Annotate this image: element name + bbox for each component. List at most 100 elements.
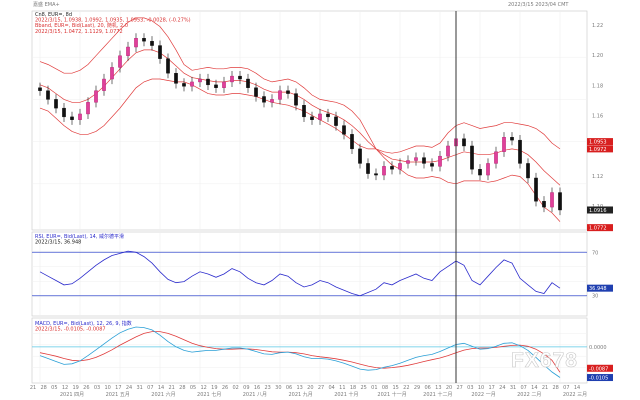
candle-body bbox=[182, 83, 186, 87]
candle-body bbox=[366, 163, 370, 174]
date-tick-label: 18 bbox=[350, 385, 356, 391]
month-label: 2022 一月 bbox=[471, 392, 495, 398]
date-tick-label: 10 bbox=[104, 385, 110, 391]
date-tick-label: 17 bbox=[488, 385, 494, 391]
date-tick-label: 28 bbox=[40, 385, 46, 391]
candle-body bbox=[494, 151, 498, 164]
candle-body bbox=[102, 78, 106, 91]
candle-body bbox=[438, 155, 442, 167]
candle-body bbox=[158, 45, 162, 59]
candle-body bbox=[478, 169, 482, 176]
month-label: 2021 五月 bbox=[106, 392, 130, 398]
candle-body bbox=[406, 160, 410, 164]
date-tick-label: 28 bbox=[552, 385, 558, 391]
date-tick-label: 14 bbox=[158, 385, 164, 391]
date-tick-label: 28 bbox=[179, 385, 185, 391]
date-tick-label: 12 bbox=[62, 385, 68, 391]
price-tick-label: 1.18 bbox=[592, 83, 603, 89]
candle-body bbox=[358, 148, 362, 164]
price-badge: 1.0772 bbox=[589, 226, 607, 232]
date-tick-label: 20 bbox=[446, 385, 452, 391]
date-tick-label: 26 bbox=[222, 385, 228, 391]
app-title: 嘉盛 EMA+ bbox=[33, 1, 60, 8]
date-tick-label: 21 bbox=[168, 385, 174, 391]
legend-line: 2022/3/15, 1.0472, 1.1129, 1.0772 bbox=[35, 29, 123, 35]
candle-body bbox=[534, 177, 538, 202]
candle-body bbox=[342, 125, 346, 135]
date-tick-label: 14 bbox=[531, 385, 537, 391]
date-tick-label: 27 bbox=[456, 385, 462, 391]
date-tick-label: 05 bbox=[190, 385, 196, 391]
price-tick-label: 1.16 bbox=[592, 114, 603, 120]
candle-body bbox=[134, 38, 138, 48]
chart-canvas: 嘉盛 EMA+ 2022/3/15 2023/04 CMT Cn8, EUR=,… bbox=[30, 1, 613, 398]
candle-body bbox=[38, 87, 42, 91]
date-tick-label: 10 bbox=[478, 385, 484, 391]
legend-line: 2022/3/15, 36.948 bbox=[35, 240, 81, 246]
date-tick-label: 06 bbox=[424, 385, 430, 391]
candle-body bbox=[374, 173, 378, 176]
rsi-tick-label: 70 bbox=[592, 250, 598, 256]
candle-body bbox=[470, 145, 474, 170]
candle-body bbox=[318, 113, 322, 120]
candle-body bbox=[486, 163, 490, 176]
candle-body bbox=[390, 166, 394, 170]
date-tick-label: 24 bbox=[499, 385, 505, 391]
price-badge: 1.0916 bbox=[589, 208, 607, 214]
rsi-tick-label: 30 bbox=[592, 294, 598, 300]
candle-body bbox=[230, 75, 234, 83]
date-tick-label: 24 bbox=[126, 385, 132, 391]
month-label: 2021 八月 bbox=[243, 392, 267, 398]
date-tick-label: 31 bbox=[136, 385, 142, 391]
candle-body bbox=[558, 192, 562, 211]
date-tick-label: 21 bbox=[542, 385, 548, 391]
candle-body bbox=[254, 87, 258, 97]
candle-body bbox=[398, 163, 402, 170]
candle-body bbox=[462, 138, 466, 147]
macd-panel bbox=[31, 317, 588, 384]
date-tick-label: 07 bbox=[520, 385, 526, 391]
month-label: 2021 十月 bbox=[334, 391, 358, 398]
candle-body bbox=[382, 166, 386, 176]
candle-body bbox=[414, 157, 418, 161]
date-tick-label: 13 bbox=[435, 385, 441, 391]
price-tick-label: 1.20 bbox=[592, 53, 603, 59]
date-tick-label: 22 bbox=[403, 385, 409, 391]
candle-body bbox=[46, 90, 50, 100]
candle-body bbox=[142, 38, 146, 42]
macd-badge: -0.0087 bbox=[589, 366, 608, 372]
candle-body bbox=[294, 93, 298, 106]
date-tick-label: 01 bbox=[371, 385, 377, 391]
right-value-axis: 1.221.201.181.161.141.121.1070300.00001.… bbox=[587, 23, 613, 382]
candle-body bbox=[94, 90, 98, 103]
candle-body bbox=[110, 67, 114, 80]
watermark-logo: FX678 bbox=[511, 349, 578, 372]
price-tick-label: 1.22 bbox=[592, 23, 603, 29]
candle-body bbox=[238, 75, 242, 80]
date-tick-label: 14 bbox=[574, 385, 580, 391]
candle-body bbox=[350, 134, 354, 150]
price-panel bbox=[31, 10, 588, 231]
date-tick-label: 20 bbox=[307, 385, 313, 391]
candle-body bbox=[502, 137, 506, 152]
date-tick-label: 09 bbox=[243, 385, 249, 391]
candle-body bbox=[118, 55, 122, 68]
candle-body bbox=[166, 58, 170, 74]
date-tick-label: 03 bbox=[94, 385, 100, 391]
date-tick-label: 23 bbox=[264, 385, 270, 391]
candle-body bbox=[310, 116, 314, 120]
candle-body bbox=[302, 105, 306, 118]
date-tick-label: 03 bbox=[467, 385, 473, 391]
macd-badge: -0.0105 bbox=[589, 376, 608, 382]
candle-body bbox=[542, 201, 546, 208]
date-tick-label: 07 bbox=[563, 385, 569, 391]
candle-body bbox=[150, 40, 154, 46]
date-tick-label: 07 bbox=[147, 385, 153, 391]
candle-body bbox=[422, 157, 426, 164]
price-badge: 1.0953 bbox=[589, 140, 607, 146]
candle-body bbox=[222, 81, 226, 88]
date-tick-label: 21 bbox=[30, 385, 36, 391]
month-label: 2022 三月 bbox=[563, 392, 587, 398]
candle-body bbox=[270, 99, 274, 103]
date-tick-label: 17 bbox=[115, 385, 121, 391]
